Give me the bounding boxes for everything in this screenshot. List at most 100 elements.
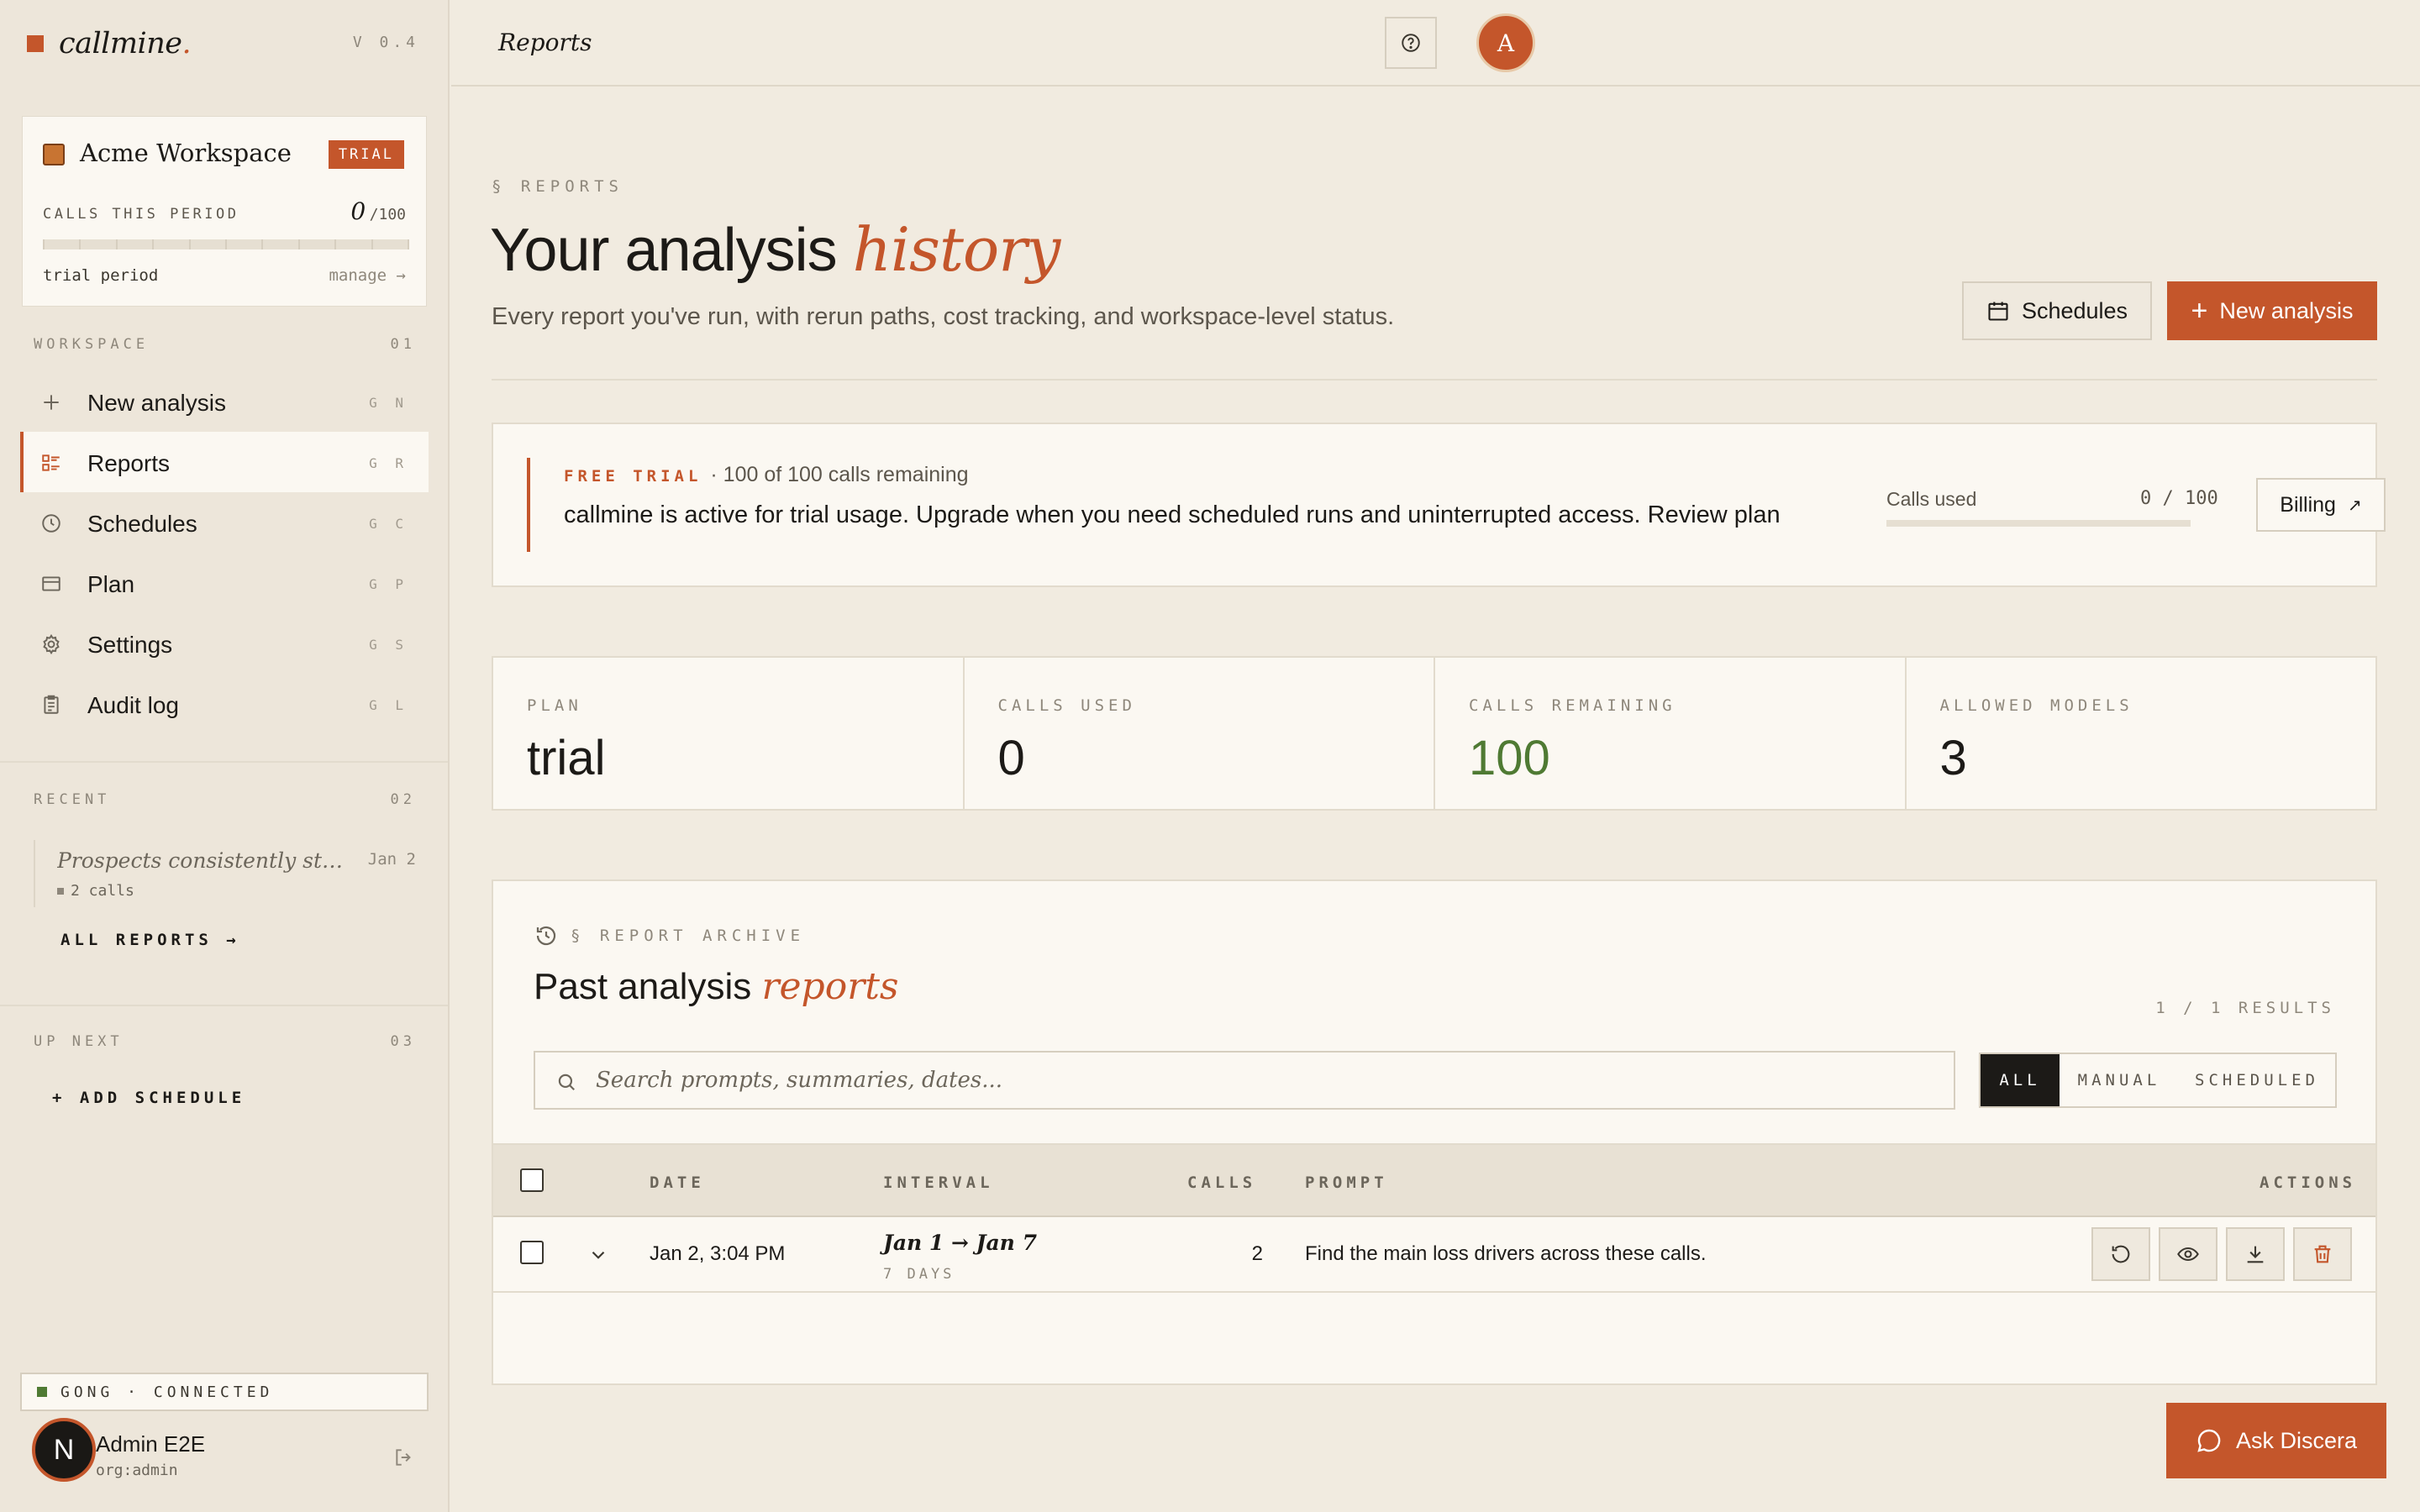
trial-period-label: trial period [43, 266, 159, 285]
workspace-swatch-icon [43, 144, 65, 165]
stat-value: 100 [1469, 731, 1550, 785]
row-prompt: Find the main loss drivers across these … [1305, 1242, 1707, 1265]
sidebar-item-audit-log[interactable]: Audit log G L [20, 674, 429, 734]
rerun-button[interactable] [2091, 1227, 2150, 1281]
workspace-card[interactable]: Acme Workspace TRIAL CALLS THIS PERIOD 0… [22, 116, 427, 307]
stat-calls-remaining: CALLS REMAINING 100 [1435, 658, 1907, 809]
trash-icon [2314, 1245, 2331, 1263]
usage-tick [152, 239, 155, 249]
stats-row: PLAN trial CALLS USED 0 CALLS REMAINING … [492, 656, 2377, 811]
clock-icon [42, 514, 60, 533]
table-header: DATE INTERVAL CALLS PROMPT ACTIONS [493, 1143, 2375, 1217]
shortcut-hint: G R [369, 455, 408, 471]
brand-logo[interactable]: callmine. [27, 25, 192, 62]
stat-value: 0 [997, 731, 1025, 785]
sidebar-item-label: New analysis [87, 390, 226, 416]
sidebar-item-schedules[interactable]: Schedules G C [20, 492, 429, 553]
download-button[interactable] [2226, 1227, 2285, 1281]
select-all-checkbox[interactable] [520, 1168, 544, 1192]
list-icon [42, 454, 60, 471]
recent-report-title: Prospects consistently stall at pricing [57, 848, 351, 873]
sidebar-item-new-analysis[interactable]: New analysis G N [20, 371, 429, 432]
sidebar-item-settings[interactable]: Settings G S [20, 613, 429, 674]
filter-scheduled[interactable]: SCHEDULED [2179, 1054, 2335, 1106]
all-reports-link[interactable]: ALL REPORTS → [60, 931, 240, 949]
chat-bubble-icon [2197, 1429, 2221, 1452]
workspace-section-heading: WORKSPACE 01 [34, 336, 416, 353]
calls-used-value: 0 / 100 [2140, 488, 2218, 509]
row-interval-days: 7 DAYS [883, 1266, 955, 1283]
usage-tick [225, 239, 227, 249]
shortcut-hint: G S [369, 637, 408, 653]
eye-icon [2177, 1247, 2199, 1262]
row-interval: Jan 1 → Jan 7 [883, 1231, 1037, 1255]
sidebar-item-label: Settings [87, 632, 173, 658]
user-avatar[interactable]: N [32, 1418, 96, 1482]
page-eyebrow: § REPORTS [492, 177, 623, 196]
row-checkbox[interactable] [520, 1241, 544, 1264]
sidebar-item-plan[interactable]: Plan G P [20, 553, 429, 613]
brand-mark-icon [27, 35, 44, 52]
chevron-down-icon[interactable] [587, 1244, 609, 1266]
billing-button[interactable]: Billing ↗ [2256, 478, 2386, 532]
stat-value: trial [527, 731, 606, 785]
help-button[interactable] [1385, 17, 1437, 69]
logout-icon[interactable] [393, 1446, 415, 1468]
calls-used-label: Calls used [1886, 488, 1977, 510]
shortcut-hint: G N [369, 395, 408, 411]
schedules-button[interactable]: Schedules [1962, 281, 2152, 340]
column-prompt[interactable]: PROMPT [1305, 1173, 1388, 1192]
rerun-icon [2112, 1245, 2130, 1263]
calls-used-bar [1886, 520, 2191, 527]
column-calls[interactable]: CALLS [1187, 1173, 1256, 1192]
column-date[interactable]: DATE [650, 1173, 705, 1192]
recent-report-item[interactable]: Prospects consistently stall at pricing … [34, 840, 416, 907]
usage-tick [408, 239, 409, 249]
view-button[interactable] [2159, 1227, 2217, 1281]
filter-segmented-control: ALL MANUAL SCHEDULED [1979, 1053, 2337, 1108]
sidebar-nav: New analysis G N Reports G R Schedules G… [20, 371, 429, 734]
ask-discera-button[interactable]: Ask Discera [2166, 1403, 2386, 1478]
top-bar: Reports A [451, 0, 2420, 87]
column-interval[interactable]: INTERVAL [883, 1173, 994, 1192]
shortcut-hint: G C [369, 516, 408, 532]
stat-calls-used: CALLS USED 0 [965, 658, 1435, 809]
breadcrumb: Reports [498, 29, 592, 56]
page-subtitle: Every report you've run, with rerun path… [492, 303, 1395, 330]
stat-label: CALLS REMAINING [1469, 696, 1676, 715]
usage-tick [334, 239, 337, 249]
calls-usage-bar [43, 239, 409, 249]
filter-all[interactable]: ALL [1981, 1054, 2060, 1106]
stat-allowed-models: ALLOWED MODELS 3 [1907, 658, 2376, 809]
trial-badge: TRIAL [328, 140, 404, 169]
main-content: § REPORTS Your analysis history Every re… [451, 88, 2420, 1512]
card-icon [42, 576, 60, 591]
manage-link[interactable]: manage → [329, 266, 406, 285]
plus-icon: + [2191, 295, 2208, 327]
stat-plan: PLAN trial [493, 658, 965, 809]
search-input[interactable] [596, 1053, 1940, 1108]
recent-report-date: Jan 2 [367, 850, 416, 869]
trial-message: callmine is active for trial usage. Upgr… [564, 501, 1781, 528]
connected-indicator-icon [37, 1387, 47, 1397]
filter-manual[interactable]: MANUAL [2060, 1054, 2179, 1106]
header-divider [492, 379, 2377, 381]
sidebar-divider [0, 761, 448, 763]
user-name: Admin E2E [96, 1431, 206, 1457]
trial-accent-bar [527, 458, 530, 552]
new-analysis-button[interactable]: + New analysis [2167, 281, 2377, 340]
table-row[interactable]: Jan 2, 3:04 PM Jan 1 → Jan 7 7 DAYS 2 Fi… [493, 1217, 2375, 1293]
usage-tick [297, 239, 300, 249]
integration-status[interactable]: GONG · CONNECTED [20, 1373, 429, 1411]
usage-tick [115, 239, 118, 249]
row-calls: 2 [1251, 1242, 1263, 1265]
download-icon [2247, 1246, 2264, 1263]
add-schedule-link[interactable]: + ADD SCHEDULE [52, 1089, 245, 1107]
archive-title: Past analysis reports [534, 965, 899, 1008]
sidebar-item-reports[interactable]: Reports G R [20, 432, 429, 492]
delete-button[interactable] [2293, 1227, 2352, 1281]
usage-tick [261, 239, 264, 249]
search-icon [558, 1074, 575, 1090]
calendar-icon [1988, 302, 2008, 321]
account-avatar[interactable]: A [1476, 13, 1535, 72]
